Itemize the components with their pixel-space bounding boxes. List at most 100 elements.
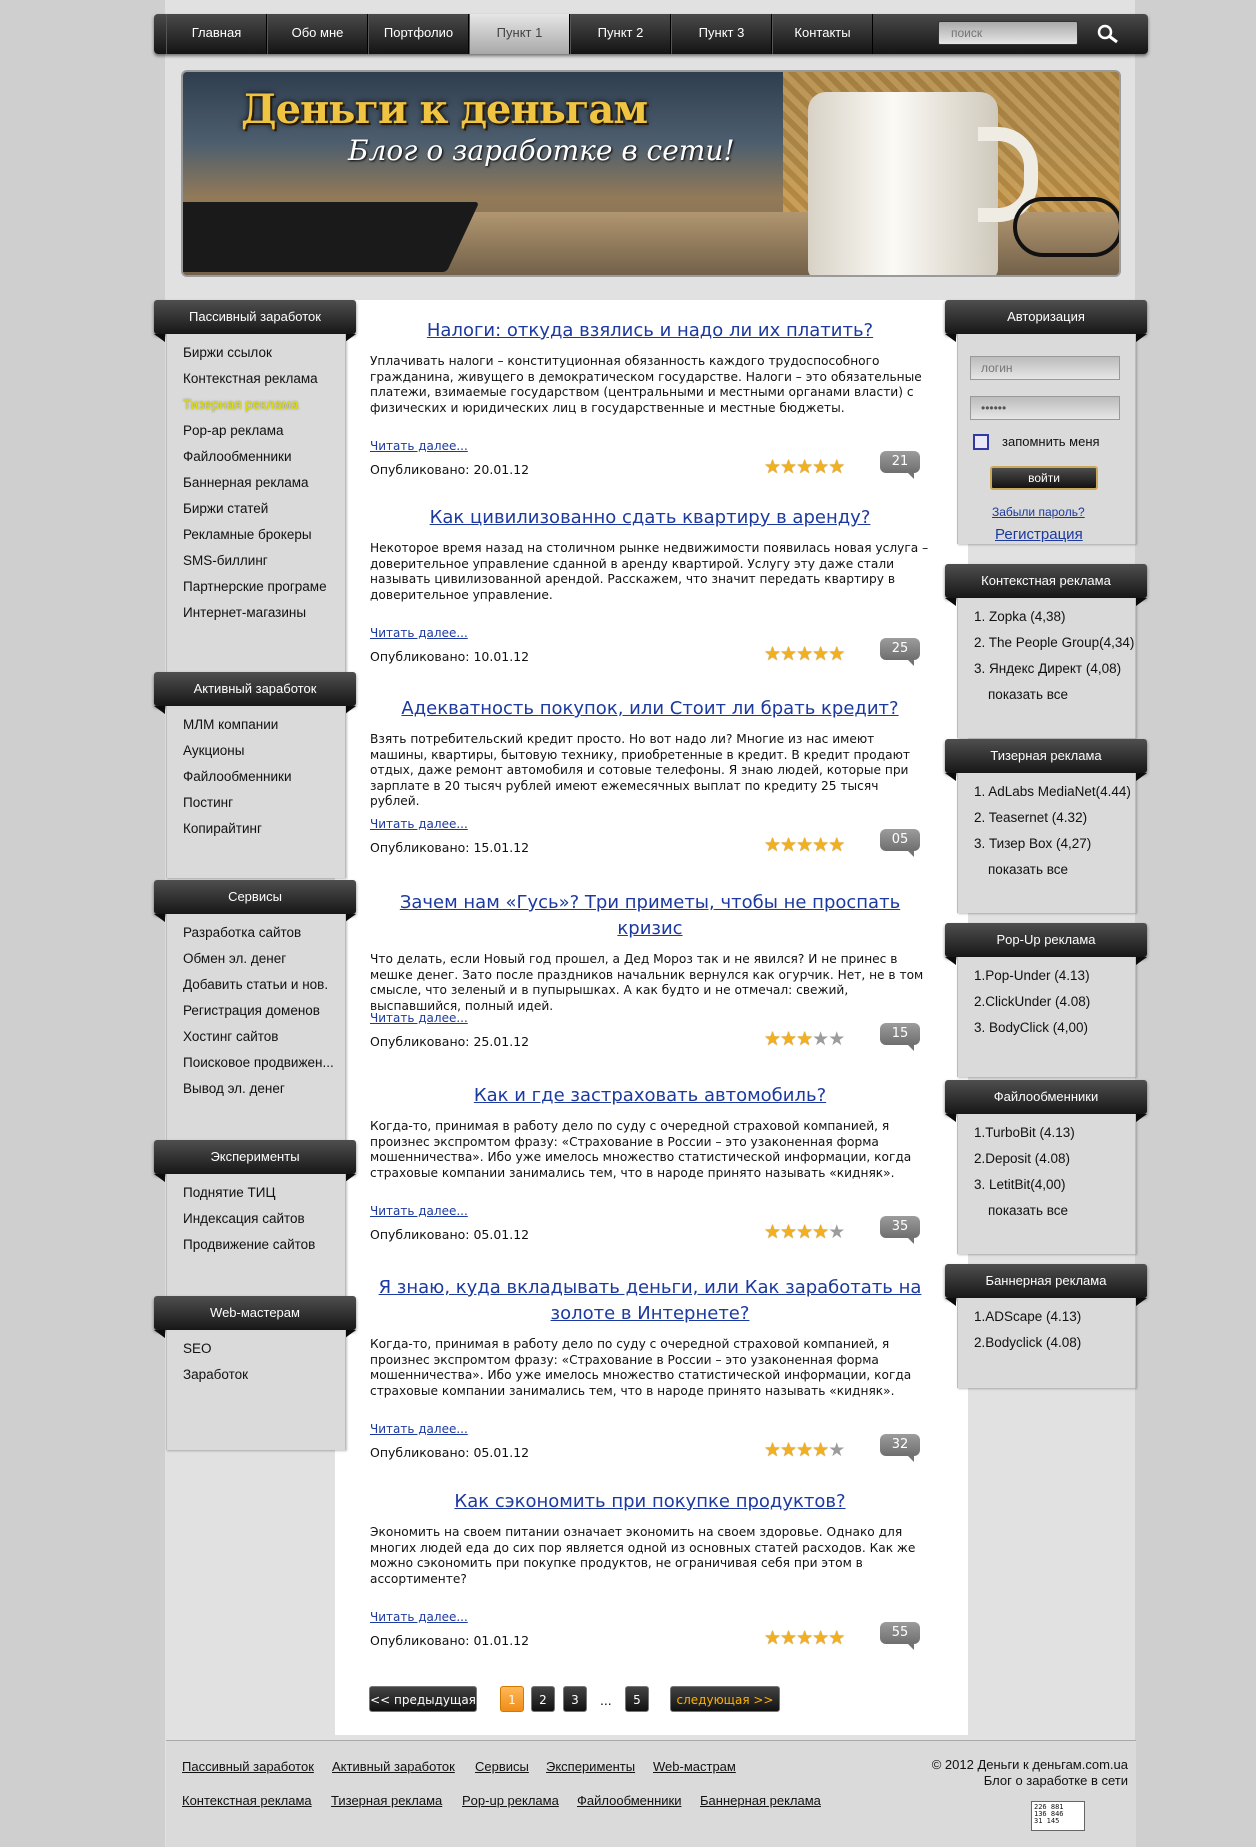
comment-count-badge[interactable]: 05: [880, 829, 920, 857]
nav-item[interactable]: Контакты: [772, 14, 873, 54]
star-filled-icon[interactable]: ★: [780, 644, 797, 665]
sidebar-item[interactable]: Контекстная реклама: [183, 368, 345, 394]
star-filled-icon[interactable]: ★: [764, 1440, 781, 1461]
post-title-link[interactable]: Налоги: откуда взялись и надо ли их плат…: [370, 318, 930, 344]
footer-link[interactable]: Web-мастрам: [653, 1759, 736, 1774]
footer-link[interactable]: Pop-up реклама: [462, 1793, 559, 1808]
search-icon[interactable]: [1088, 20, 1128, 48]
sidebar-item[interactable]: Поисковое продвижен...: [183, 1052, 345, 1078]
comment-count-badge[interactable]: 35: [880, 1216, 920, 1244]
rating-item[interactable]: 3. LetitBit(4,00): [974, 1174, 1135, 1200]
nav-item[interactable]: Главная: [166, 14, 267, 54]
star-empty-icon[interactable]: ★: [812, 1029, 829, 1050]
star-filled-icon[interactable]: ★: [812, 1222, 829, 1243]
show-all-link[interactable]: показать все: [974, 1200, 1135, 1226]
star-empty-icon[interactable]: ★: [828, 1029, 845, 1050]
read-more-link[interactable]: Читать далее...: [370, 1422, 468, 1436]
sidebar-item[interactable]: Тизерная реклама: [183, 394, 345, 420]
rating-item[interactable]: 2. Teasernet (4.32): [974, 807, 1135, 833]
nav-item[interactable]: Пункт 2: [570, 14, 671, 54]
read-more-link[interactable]: Читать далее...: [370, 1610, 468, 1624]
comment-count-badge[interactable]: 32: [880, 1434, 920, 1462]
rating-item[interactable]: 2.Deposit (4.08): [974, 1148, 1135, 1174]
star-filled-icon[interactable]: ★: [780, 1628, 797, 1649]
rating-stars[interactable]: ★★★★★: [764, 644, 845, 665]
post-title-link[interactable]: Как и где застраховать автомобиль?: [370, 1083, 930, 1109]
sidebar-item[interactable]: SEO: [183, 1338, 345, 1364]
sidebar-item[interactable]: Постинг: [183, 792, 345, 818]
page-number-button[interactable]: 1: [500, 1686, 524, 1712]
sidebar-item[interactable]: Баннерная реклама: [183, 472, 345, 498]
sidebar-item[interactable]: Хостинг сайтов: [183, 1026, 345, 1052]
rating-item[interactable]: 3. Яндекс Директ (4,08): [974, 658, 1135, 684]
login-button[interactable]: войти: [990, 466, 1098, 490]
sidebar-item[interactable]: Индексация сайтов: [183, 1208, 345, 1234]
sidebar-item[interactable]: Биржи ссылок: [183, 342, 345, 368]
search-input[interactable]: [938, 21, 1078, 45]
footer-link[interactable]: Сервисы: [475, 1759, 529, 1774]
star-filled-icon[interactable]: ★: [780, 457, 797, 478]
rating-stars[interactable]: ★★★★★: [764, 1440, 845, 1461]
post-title-link[interactable]: Адекватность покупок, или Стоит ли брать…: [370, 696, 930, 722]
sidebar-item[interactable]: Вывод эл. денег: [183, 1078, 345, 1104]
post-title-link[interactable]: Я знаю, куда вкладывать деньги, или Как …: [370, 1275, 930, 1327]
sidebar-item[interactable]: Продвижение сайтов: [183, 1234, 345, 1260]
rating-item[interactable]: 1. AdLabs MediaNet(4.44): [974, 781, 1135, 807]
star-empty-icon[interactable]: ★: [828, 1440, 845, 1461]
star-filled-icon[interactable]: ★: [796, 835, 813, 856]
star-filled-icon[interactable]: ★: [812, 1440, 829, 1461]
star-filled-icon[interactable]: ★: [828, 457, 845, 478]
rating-stars[interactable]: ★★★★★: [764, 1029, 845, 1050]
rating-item[interactable]: 1.Pop-Under (4.13): [974, 965, 1135, 991]
post-title-link[interactable]: Зачем нам «Гусь»? Три приметы, чтобы не …: [370, 890, 930, 942]
sidebar-item[interactable]: Заработок: [183, 1364, 345, 1390]
rating-stars[interactable]: ★★★★★: [764, 1628, 845, 1649]
star-filled-icon[interactable]: ★: [828, 644, 845, 665]
sidebar-item[interactable]: Pop-ар реклама: [183, 420, 345, 446]
rating-item[interactable]: 2.ClickUnder (4.08): [974, 991, 1135, 1017]
rating-item[interactable]: 3. BodyClick (4,00): [974, 1017, 1135, 1043]
footer-link[interactable]: Контекстная реклама: [182, 1793, 312, 1808]
star-filled-icon[interactable]: ★: [796, 457, 813, 478]
star-filled-icon[interactable]: ★: [780, 1222, 797, 1243]
register-link[interactable]: Регистрация: [995, 526, 1083, 543]
star-filled-icon[interactable]: ★: [812, 457, 829, 478]
rating-stars[interactable]: ★★★★★: [764, 1222, 845, 1243]
comment-count-badge[interactable]: 21: [880, 451, 920, 479]
read-more-link[interactable]: Читать далее...: [370, 626, 468, 640]
star-filled-icon[interactable]: ★: [812, 644, 829, 665]
sidebar-item[interactable]: Партнерские програме: [183, 576, 345, 602]
remember-checkbox[interactable]: [973, 434, 989, 450]
rating-item[interactable]: 1.ADScape (4.13): [974, 1306, 1135, 1332]
footer-link[interactable]: Тизерная реклама: [331, 1793, 442, 1808]
star-empty-icon[interactable]: ★: [828, 1222, 845, 1243]
sidebar-item[interactable]: Биржи статей: [183, 498, 345, 524]
star-filled-icon[interactable]: ★: [764, 644, 781, 665]
star-filled-icon[interactable]: ★: [764, 1628, 781, 1649]
rating-stars[interactable]: ★★★★★: [764, 457, 845, 478]
sidebar-item[interactable]: SMS-биллинг: [183, 550, 345, 576]
star-filled-icon[interactable]: ★: [812, 1628, 829, 1649]
nav-item[interactable]: Портфолио: [368, 14, 469, 54]
star-filled-icon[interactable]: ★: [796, 644, 813, 665]
comment-count-badge[interactable]: 25: [880, 638, 920, 666]
read-more-link[interactable]: Читать далее...: [370, 1204, 468, 1218]
star-filled-icon[interactable]: ★: [796, 1440, 813, 1461]
star-filled-icon[interactable]: ★: [796, 1029, 813, 1050]
star-filled-icon[interactable]: ★: [780, 1440, 797, 1461]
next-page-button[interactable]: следующая >>: [670, 1686, 780, 1712]
sidebar-item[interactable]: Поднятие ТИЦ: [183, 1182, 345, 1208]
sidebar-item[interactable]: Добавить статьи и нов.: [183, 974, 345, 1000]
star-filled-icon[interactable]: ★: [812, 835, 829, 856]
rating-item[interactable]: 1. Zopka (4,38): [974, 606, 1135, 632]
sidebar-item[interactable]: Копирайтинг: [183, 818, 345, 844]
star-filled-icon[interactable]: ★: [828, 1628, 845, 1649]
password-field[interactable]: [970, 396, 1120, 420]
sidebar-item[interactable]: Рекламные брокеры: [183, 524, 345, 550]
rating-item[interactable]: 2.Bodyclick (4.08): [974, 1332, 1135, 1358]
star-filled-icon[interactable]: ★: [780, 835, 797, 856]
sidebar-item[interactable]: Файлообменники: [183, 446, 345, 472]
page-number-button[interactable]: 3: [563, 1686, 587, 1712]
star-filled-icon[interactable]: ★: [764, 1029, 781, 1050]
star-filled-icon[interactable]: ★: [796, 1222, 813, 1243]
